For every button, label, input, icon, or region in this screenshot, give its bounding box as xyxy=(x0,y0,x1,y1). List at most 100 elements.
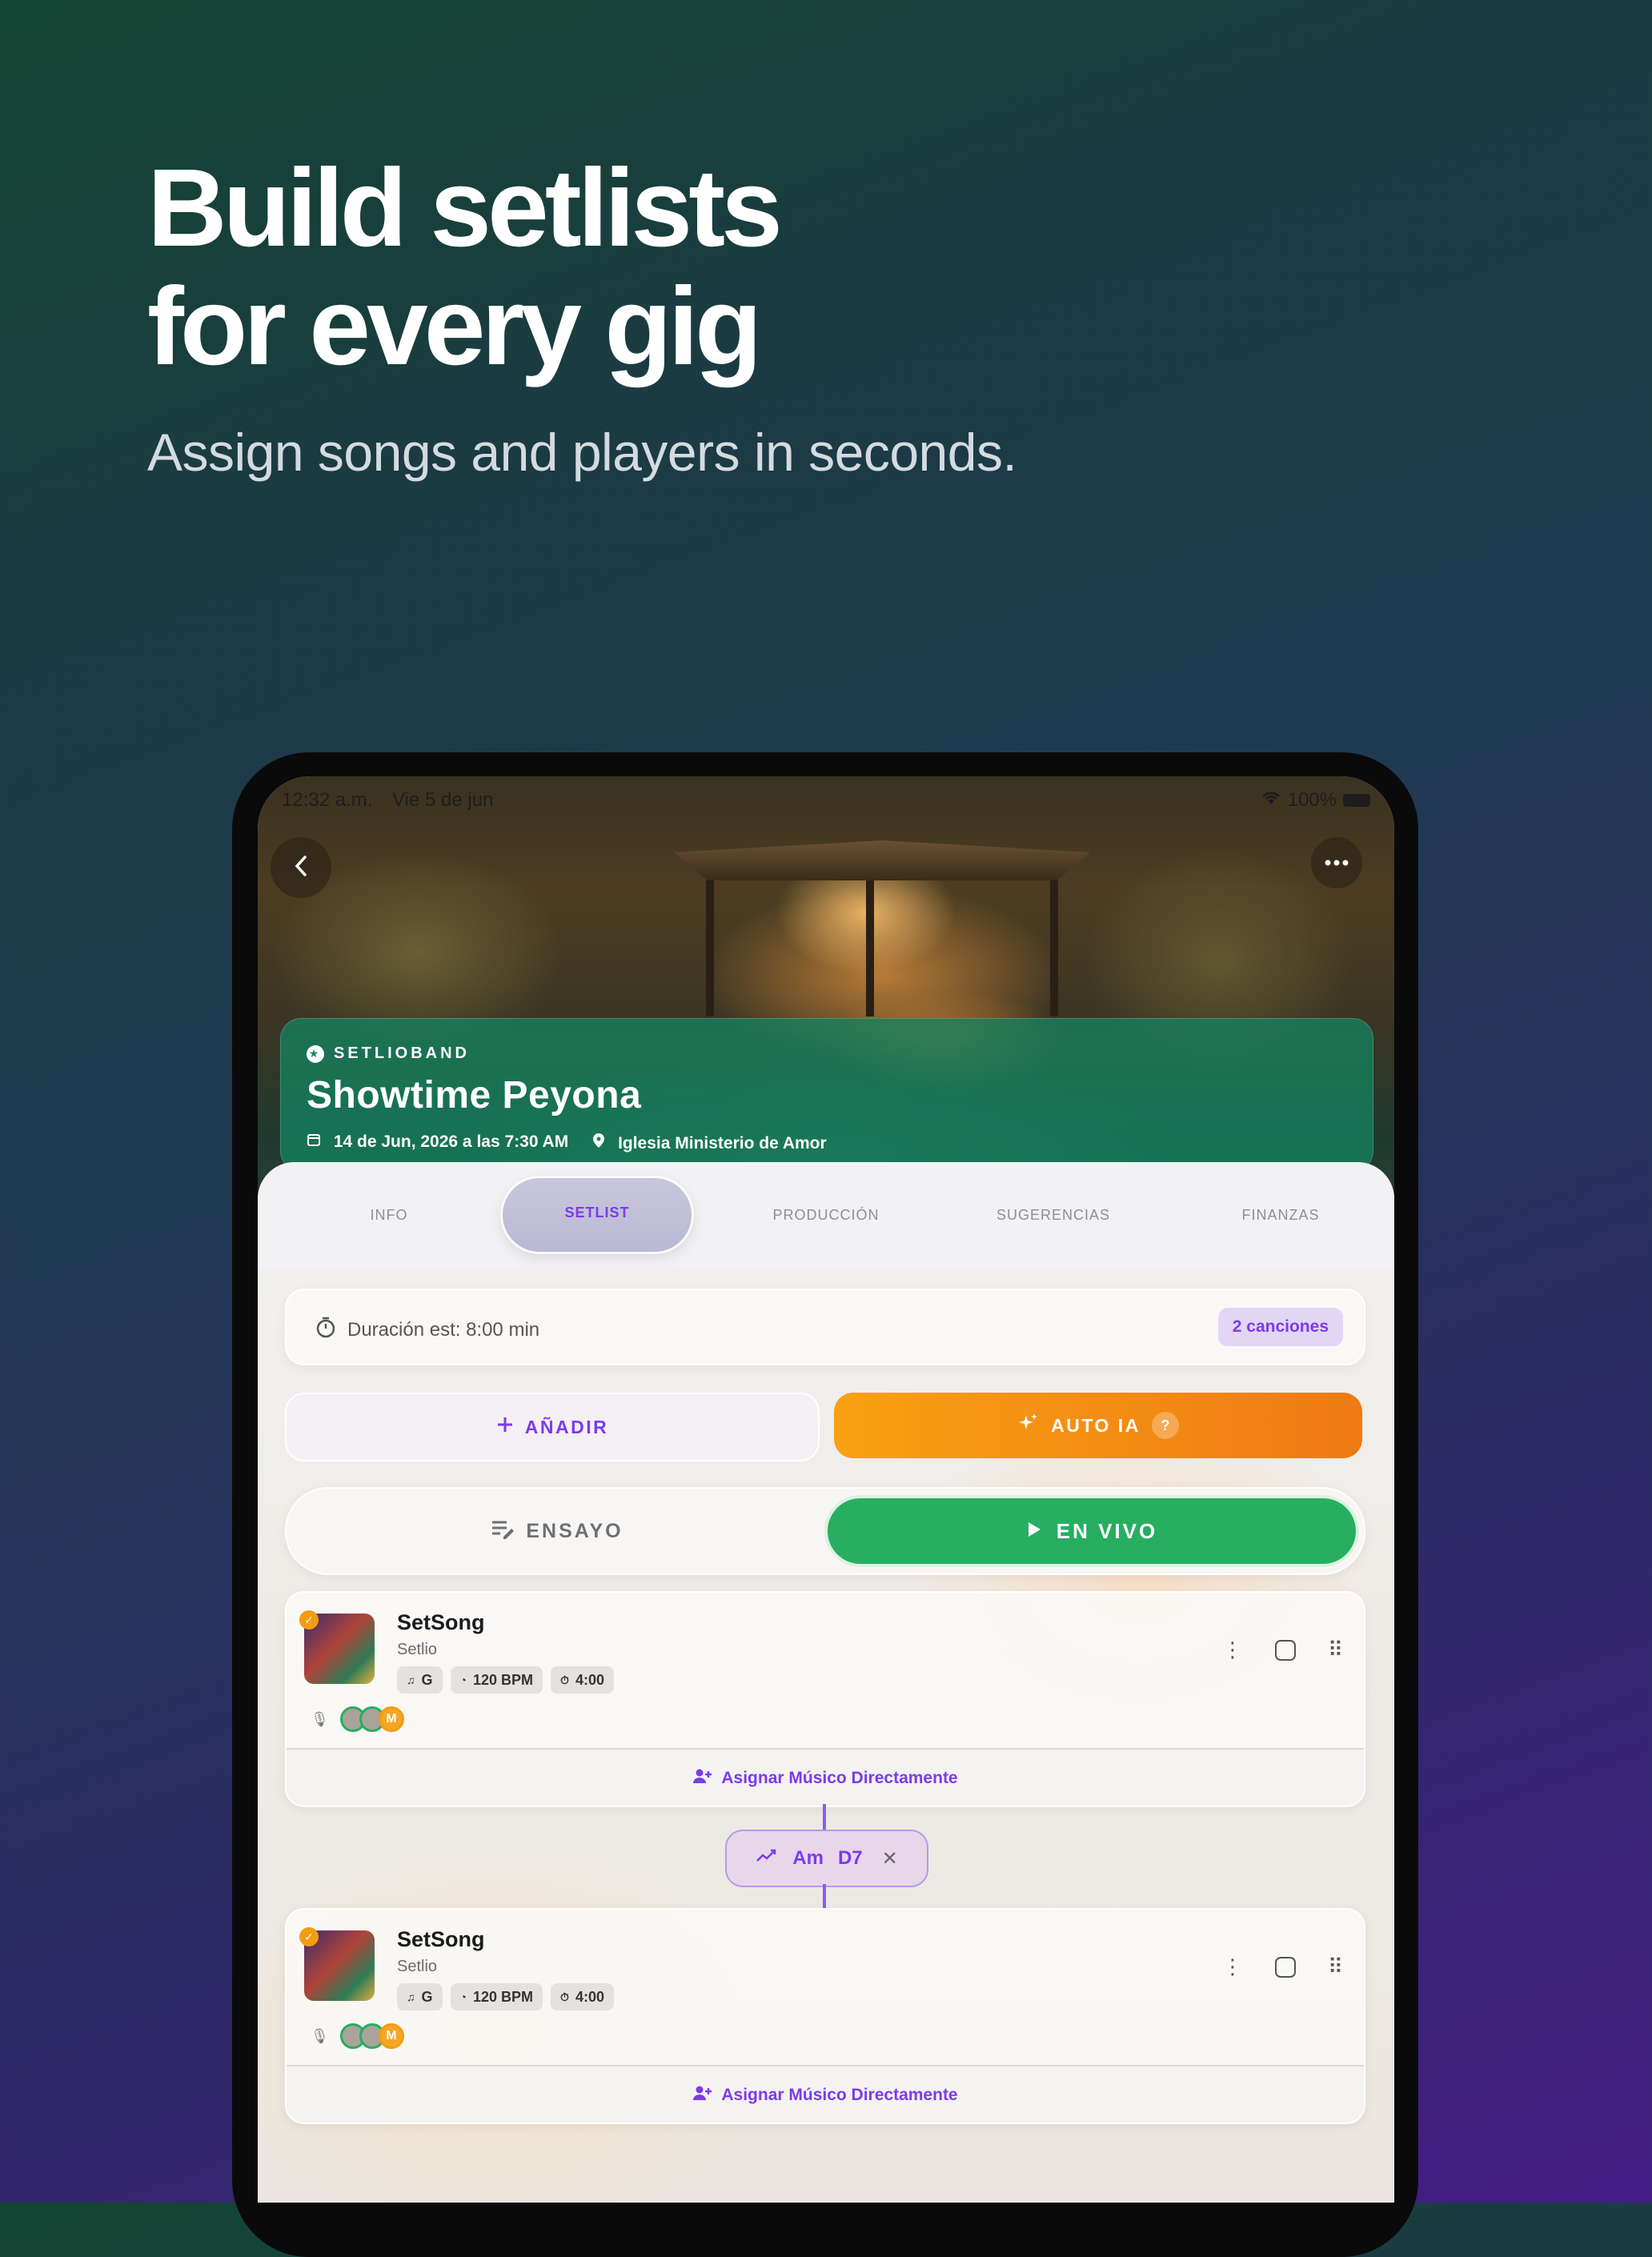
add-song-button[interactable]: AÑADIR xyxy=(285,1393,820,1461)
transition-to-chord: D7 xyxy=(837,1847,863,1869)
song-bpm: 120 BPM xyxy=(472,1671,534,1688)
trend-icon xyxy=(756,1847,778,1870)
battery-percent: 100% xyxy=(1287,789,1337,811)
status-time: 12:32 a.m. xyxy=(282,789,373,811)
setlist-song-card[interactable]: ✓ SetSong Setlio ♫ G ◔ 120 BPM ⏱ 4:00 🎙 M ⋮… xyxy=(285,1908,1365,2124)
stopwatch-icon xyxy=(315,1316,336,1344)
more-vertical-icon[interactable]: ⋮ xyxy=(1222,1954,1243,1979)
tab-finanzas[interactable]: FINANZAS xyxy=(1201,1207,1361,1224)
timer-icon: ⏱ xyxy=(560,1673,569,1686)
help-icon[interactable]: ? xyxy=(1151,1412,1179,1439)
calendar-icon xyxy=(307,1133,326,1151)
mode-switch: ENSAYO EN VIVO xyxy=(285,1487,1365,1575)
sparkles-icon xyxy=(1017,1412,1040,1439)
live-label: EN VIVO xyxy=(1056,1518,1158,1543)
battery-icon xyxy=(1343,794,1370,807)
transition-connector xyxy=(823,1804,826,1830)
tab-produccion[interactable]: PRODUCCIÓN xyxy=(746,1207,906,1224)
tab-setlist[interactable]: SETLIST xyxy=(503,1178,692,1252)
song-title: SetSong xyxy=(397,1927,485,1951)
auto-ai-label: AUTO IA xyxy=(1051,1414,1141,1436)
player-avatar-initial[interactable]: M xyxy=(378,1706,404,1732)
microphone-icon: 🎙 xyxy=(311,2027,329,2044)
drag-handle-icon[interactable]: ⠿ xyxy=(1328,1638,1343,1662)
length-chip: ⏱ 4:00 xyxy=(551,1983,614,2010)
location-pin-icon xyxy=(592,1133,610,1153)
assign-musician-label: Asignar Músico Directamente xyxy=(721,1769,958,1787)
duration-text: Duración est: 8:00 min xyxy=(347,1318,540,1341)
rehearsal-label: ENSAYO xyxy=(526,1519,624,1542)
rehearsal-mode-button[interactable]: ENSAYO xyxy=(287,1489,828,1573)
transition-from-chord: Am xyxy=(792,1847,824,1869)
pergola-pillar xyxy=(706,880,714,1016)
auto-ai-button[interactable]: AUTO IA ? xyxy=(834,1393,1362,1458)
event-header-card: ★ SETLIOBAND Showtime Peyona 14 de Jun, … xyxy=(280,1018,1373,1172)
song-length: 4:00 xyxy=(575,1988,604,2005)
music-note-icon: ♫ xyxy=(407,1990,415,2003)
assign-musician-button[interactable]: Asignar Músico Directamente xyxy=(287,2065,1364,2123)
chord-transition-pill[interactable]: Am D7 ✕ xyxy=(725,1830,928,1887)
edit-list-icon xyxy=(491,1518,515,1545)
pergola-roof xyxy=(674,840,1090,880)
live-mode-button[interactable]: EN VIVO xyxy=(828,1498,1356,1564)
song-actions: ⋮ ⠿ xyxy=(1222,1954,1343,1979)
app-screen: 12:32 a.m. Vie 5 de jun 100% ★ SETLIOBAN… xyxy=(258,776,1394,2203)
add-song-label: AÑADIR xyxy=(524,1416,609,1437)
headline: Build setlists for every gig xyxy=(147,146,783,388)
song-key: G xyxy=(421,1671,433,1688)
pergola-pillar xyxy=(1050,880,1058,1016)
pergola-pillar xyxy=(866,880,874,1016)
tab-bar: INFO SETLIST PRODUCCIÓN SUGERENCIAS FINA… xyxy=(258,1162,1394,1268)
wifi-icon xyxy=(1261,789,1281,812)
event-brand: ★ SETLIOBAND xyxy=(307,1044,470,1063)
more-button[interactable] xyxy=(1311,837,1362,888)
headline-line-2: for every gig xyxy=(147,265,762,388)
song-bpm: 120 BPM xyxy=(472,1988,534,2005)
back-button[interactable] xyxy=(271,837,331,898)
drag-handle-icon[interactable]: ⠿ xyxy=(1328,1954,1343,1979)
ellipsis-icon xyxy=(1325,856,1349,870)
play-icon xyxy=(1026,1519,1042,1544)
song-artist: Setlio xyxy=(397,1641,438,1658)
duration-card: Duración est: 8:00 min 2 canciones xyxy=(285,1289,1365,1365)
tab-info[interactable]: INFO xyxy=(309,1207,469,1224)
event-title: Showtime Peyona xyxy=(307,1074,642,1116)
star-badge-icon: ★ xyxy=(307,1044,324,1063)
speedometer-icon: ◔ xyxy=(459,1990,467,2003)
song-key: G xyxy=(421,1988,433,2005)
select-checkbox[interactable] xyxy=(1274,1639,1296,1661)
player-avatar-initial[interactable]: M xyxy=(378,2023,404,2049)
add-person-icon xyxy=(692,1768,712,1789)
transition-connector xyxy=(823,1884,826,1908)
event-date: 14 de Jun, 2026 a las 7:30 AM xyxy=(333,1133,569,1151)
bpm-chip: ◔ 120 BPM xyxy=(450,1666,543,1694)
length-chip: ⏱ 4:00 xyxy=(551,1666,614,1694)
verified-badge-icon: ✓ xyxy=(299,1610,319,1630)
bpm-chip: ◔ 120 BPM xyxy=(450,1983,543,2010)
add-person-icon xyxy=(692,2085,712,2106)
timer-icon: ⏱ xyxy=(560,1990,569,2003)
select-checkbox[interactable] xyxy=(1274,1956,1296,1978)
key-chip: ♫ G xyxy=(397,1666,443,1694)
more-vertical-icon[interactable]: ⋮ xyxy=(1222,1638,1243,1662)
tab-sugerencias[interactable]: SUGERENCIAS xyxy=(973,1207,1133,1224)
verified-badge-icon: ✓ xyxy=(299,1927,319,1946)
song-artist: Setlio xyxy=(397,1958,438,1975)
speedometer-icon: ◔ xyxy=(459,1674,467,1686)
chevron-left-icon xyxy=(292,854,310,882)
setlist-song-card[interactable]: ✓ SetSong Setlio ♫ G ◔ 120 BPM ⏱ 4:00 🎙 M ⋮… xyxy=(285,1591,1365,1807)
close-icon[interactable]: ✕ xyxy=(882,1847,898,1870)
plus-icon xyxy=(496,1416,514,1438)
assigned-players: 🎙 M xyxy=(311,1706,404,1732)
headline-line-1: Build setlists xyxy=(147,146,783,270)
status-bar: 12:32 a.m. Vie 5 de jun 100% xyxy=(258,776,1394,826)
event-meta: 14 de Jun, 2026 a las 7:30 AM Iglesia Mi… xyxy=(307,1133,827,1153)
status-date: Vie 5 de jun xyxy=(392,789,494,811)
song-chips: ♫ G ◔ 120 BPM ⏱ 4:00 xyxy=(397,1983,614,2010)
assign-musician-button[interactable]: Asignar Músico Directamente xyxy=(287,1748,1364,1806)
song-length: 4:00 xyxy=(575,1671,604,1688)
assign-musician-label: Asignar Músico Directamente xyxy=(721,2086,958,2104)
music-note-icon: ♫ xyxy=(407,1674,415,1686)
song-count-badge: 2 canciones xyxy=(1217,1308,1343,1346)
song-actions: ⋮ ⠿ xyxy=(1222,1638,1343,1662)
